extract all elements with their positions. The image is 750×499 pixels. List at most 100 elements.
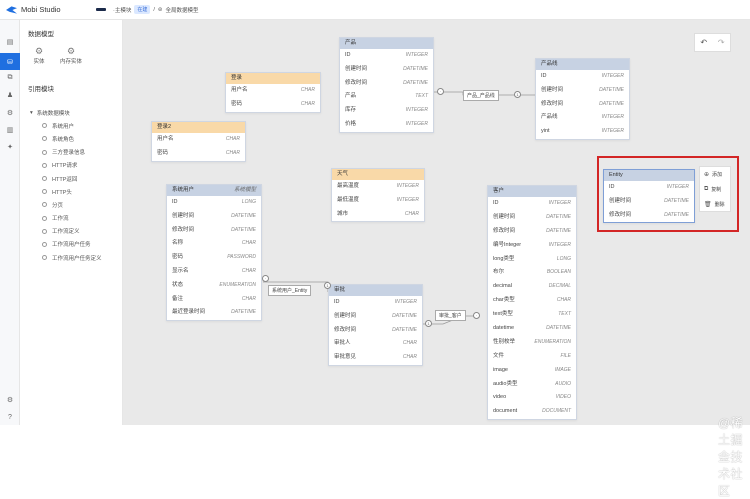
field-row[interactable]: 密码 PASSWORD	[167, 251, 261, 265]
field-row[interactable]: 修改时间 DATETIME	[329, 324, 422, 338]
tree-item[interactable]: 工作流定义	[20, 225, 123, 238]
tree-item[interactable]: HTTP返回	[20, 172, 123, 185]
tree-group[interactable]: ▾ 系统数据模块	[20, 106, 123, 119]
field-row[interactable]: 用户名 CHAR	[226, 84, 320, 98]
field-row[interactable]: video VIDEO	[488, 391, 576, 405]
settings-icon[interactable]: ✦	[5, 142, 15, 152]
field-row[interactable]: audio类型 AUDIO	[488, 378, 576, 392]
field-row[interactable]: 密码 CHAR	[152, 147, 245, 161]
menu-copy[interactable]: ⧉ 复制	[700, 182, 730, 197]
field-row[interactable]: 文件 FILE	[488, 350, 576, 364]
field-row[interactable]: 审批人 CHAR	[329, 337, 422, 351]
field-name: 最高温度	[337, 183, 360, 189]
field-type: CHAR	[300, 87, 315, 93]
tree-item[interactable]: 工作流用户任务	[20, 238, 123, 251]
field-row[interactable]: 审批意见 CHAR	[329, 351, 422, 365]
field-row[interactable]: 最高温度 INTEGER	[332, 180, 424, 194]
tree-item[interactable]: 系统用户	[20, 119, 123, 132]
field-row[interactable]: 显示名 CHAR	[167, 265, 261, 279]
field-type: PASSWORD	[227, 254, 256, 261]
tree-item[interactable]: 工作流	[20, 212, 123, 225]
field-row[interactable]: 创建时间 DATETIME	[536, 84, 629, 98]
field-row[interactable]: 产品 TEXT	[340, 90, 433, 104]
app-logo[interactable]: Mobi Studio	[0, 5, 96, 14]
entity-sysuser[interactable]: 系统用户 系统模型 ID LONG 创建时间 DATETIME 修改时间 DATETIME…	[166, 184, 262, 322]
field-row[interactable]: char类型 CHAR	[488, 294, 576, 308]
entity-product[interactable]: 产品 ID INTEGER 创建时间 DATETIME 修改时间 DATETIME 产品 TE…	[339, 37, 434, 133]
module-switch-icon[interactable]	[96, 8, 106, 11]
field-row[interactable]: 创建时间 DATETIME	[340, 63, 433, 77]
field-row[interactable]: 编号Integer INTEGER	[488, 239, 576, 253]
file-icon[interactable]: ▥	[5, 125, 15, 135]
component-icon[interactable]: ⧉	[5, 73, 15, 83]
field-row[interactable]: 用户名 CHAR	[152, 133, 245, 147]
relation-label[interactable]: 产品_产品线	[463, 90, 499, 101]
relation-label[interactable]: 审批_客户	[435, 310, 466, 321]
plugin-icon[interactable]: ⚙	[5, 108, 15, 118]
field-row[interactable]: 修改时间 DATETIME	[536, 98, 629, 112]
field-row[interactable]: 创建时间 DATETIME	[167, 210, 261, 224]
entity-approval[interactable]: 审批 ID INTEGER 创建时间 DATETIME 修改时间 DATETIME 审批人 C…	[328, 284, 423, 366]
tree-item[interactable]: 系统角色	[20, 132, 123, 145]
field-row[interactable]: 布尔 BOOLEAN	[488, 266, 576, 280]
field-row[interactable]: yint INTEGER	[536, 125, 629, 139]
tree-item[interactable]: HTTP请求	[20, 159, 123, 172]
entity-login[interactable]: 登录 用户名 CHAR 密码 CHAR	[225, 72, 321, 113]
field-row[interactable]: 修改时间 DATETIME	[167, 224, 261, 238]
field-row[interactable]: 最低温度 INTEGER	[332, 194, 424, 208]
field-row[interactable]: datetime DATETIME	[488, 322, 576, 336]
field-row[interactable]: decimal DECIMAL	[488, 280, 576, 294]
field-row[interactable]: 状态 ENUMERATION	[167, 279, 261, 293]
field-row[interactable]: 库存 INTEGER	[340, 104, 433, 118]
breadcrumb-module[interactable]: ·主模块	[113, 6, 131, 14]
field-row[interactable]: 修改时间 DATETIME	[340, 77, 433, 91]
undo-icon[interactable]: ↶	[700, 38, 707, 47]
field-row[interactable]: text类型 TEXT	[488, 308, 576, 322]
relation-label[interactable]: 系统用户_Entity	[268, 285, 312, 296]
help-icon[interactable]: ?	[5, 412, 15, 422]
add-memory-entity-button[interactable]: ⚙ 内存实体	[58, 46, 84, 65]
field-name: 创建时间	[493, 213, 516, 220]
field-row[interactable]: 城市 CHAR	[332, 208, 424, 222]
field-row[interactable]: 性别枚举 ENUMERATION	[488, 336, 576, 350]
user-icon[interactable]: ♟	[5, 90, 15, 100]
field-name: 性别枚举	[493, 338, 516, 345]
redo-icon[interactable]: ↷	[718, 38, 725, 47]
field-row[interactable]: 密码 CHAR	[226, 98, 320, 112]
field-row[interactable]: ID INTEGER	[488, 197, 576, 211]
field-name: 库存	[345, 107, 357, 114]
model-icon[interactable]: ⛁	[0, 53, 20, 70]
field-row[interactable]: 产品线 INTEGER	[536, 111, 629, 125]
field-row[interactable]: ID INTEGER	[536, 70, 629, 84]
entity-weather[interactable]: 天气 最高温度 INTEGER 最低温度 INTEGER 城市 CHAR	[331, 168, 425, 223]
field-type: CHAR	[225, 136, 240, 142]
field-row[interactable]: 创建时间 DATETIME	[488, 211, 576, 225]
field-row[interactable]: 修改时间 DATETIME	[488, 225, 576, 239]
menu-delete[interactable]: 🗑 删除	[700, 197, 730, 212]
field-row[interactable]: 最近登录时间 DATETIME	[167, 306, 261, 320]
tree-item[interactable]: 分页	[20, 198, 123, 211]
field-row[interactable]: image IMAGE	[488, 364, 576, 378]
field-row[interactable]: long类型 LONG	[488, 253, 576, 267]
entity-productline[interactable]: 产品线 ID INTEGER 创建时间 DATETIME 修改时间 DATETIME 产品线…	[535, 58, 630, 140]
page-icon[interactable]: ▤	[5, 37, 15, 47]
entity-login2[interactable]: 登录2 用户名 CHAR 密码 CHAR	[151, 121, 246, 162]
tree-item[interactable]: 三方登录信息	[20, 146, 123, 159]
field-row[interactable]: 备注 CHAR	[167, 293, 261, 307]
tree-item[interactable]: HTTP头	[20, 185, 123, 198]
add-entity-button[interactable]: ⚙ 实体	[26, 46, 52, 65]
field-row[interactable]: 价格 INTEGER	[340, 118, 433, 132]
field-row[interactable]: 名称 CHAR	[167, 237, 261, 251]
field-row[interactable]: document DOCUMENT	[488, 405, 576, 419]
gear-icon[interactable]: ⚙	[5, 395, 15, 405]
field-row[interactable]: ID INTEGER	[329, 296, 422, 310]
field-row[interactable]: ID INTEGER	[340, 49, 433, 63]
model-canvas[interactable]: ↶ ↷ 产品 ID INTEGER 创建时间 DATETIME 修改时间 DATETIME…	[123, 20, 750, 498]
field-row[interactable]: 创建时间 DATETIME	[329, 310, 422, 324]
tree-item[interactable]: 工作流用户任务定义	[20, 251, 123, 264]
field-type: INTEGER	[405, 120, 428, 127]
logo-bird-icon	[6, 5, 17, 14]
entity-customer[interactable]: 客户 ID INTEGER 创建时间 DATETIME 修改时间 DATETIME 编号In…	[487, 185, 577, 421]
field-row[interactable]: ID LONG	[167, 196, 261, 210]
menu-add[interactable]: ⊕ 添加	[700, 167, 730, 182]
